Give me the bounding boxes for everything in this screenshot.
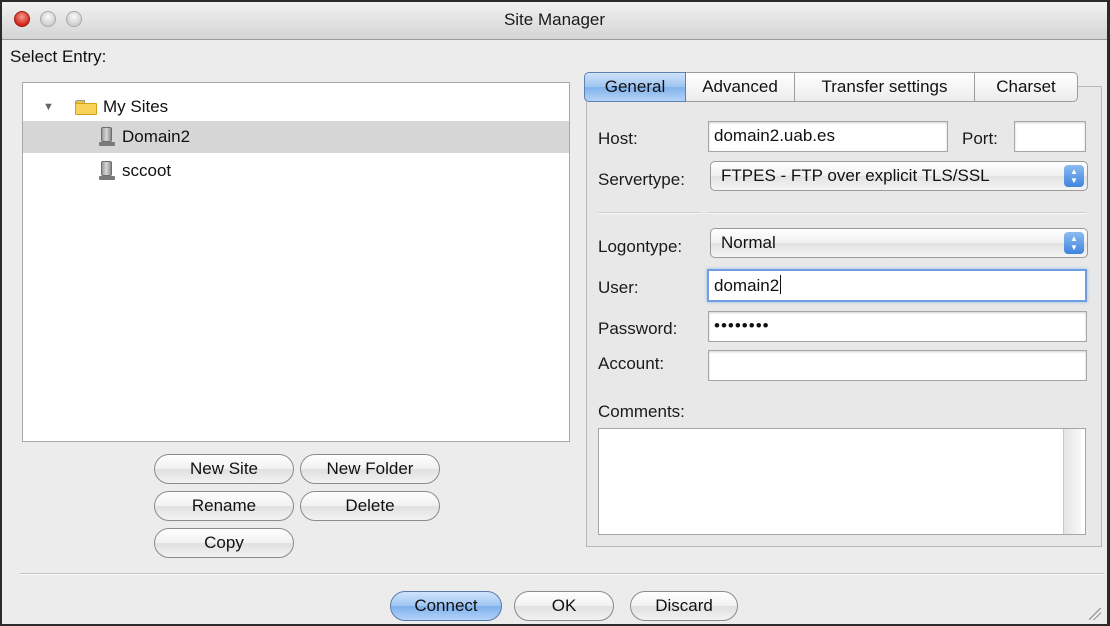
user-label: User: bbox=[598, 278, 639, 297]
tree-site-sccoot[interactable]: sccoot bbox=[23, 155, 569, 187]
comments-textarea[interactable] bbox=[598, 428, 1086, 535]
tab-transfer-settings[interactable]: Transfer settings bbox=[795, 72, 975, 102]
host-field[interactable]: domain2.uab.es bbox=[708, 121, 948, 152]
window-title: Site Manager bbox=[503, 10, 606, 29]
user-field-value: domain2 bbox=[714, 276, 780, 295]
footer-separator bbox=[20, 573, 1104, 575]
site-tree[interactable]: ▼ My Sites Domain2 sccoot bbox=[22, 82, 570, 442]
account-field[interactable] bbox=[708, 350, 1087, 381]
tree-site-domain2[interactable]: Domain2 bbox=[23, 121, 569, 153]
user-field[interactable]: domain2 bbox=[707, 269, 1087, 302]
select-arrows-icon: ▲ ▼ bbox=[1064, 165, 1084, 187]
tab-advanced[interactable]: Advanced bbox=[686, 72, 795, 102]
servertype-select[interactable]: FTPES - FTP over explicit TLS/SSL ▲ ▼ bbox=[710, 161, 1088, 191]
account-label: Account: bbox=[598, 354, 665, 373]
resize-grip-icon[interactable] bbox=[1089, 608, 1101, 620]
tree-site-label: sccoot bbox=[122, 161, 172, 180]
tree-folder-label: My Sites bbox=[103, 97, 169, 116]
tab-general[interactable]: General bbox=[584, 72, 686, 102]
servertype-selected-value: FTPES - FTP over explicit TLS/SSL bbox=[721, 166, 990, 185]
delete-button[interactable]: Delete bbox=[300, 491, 440, 521]
ok-button[interactable]: OK bbox=[514, 591, 614, 621]
discard-button[interactable]: Discard bbox=[630, 591, 738, 621]
settings-tabs: General Advanced Transfer settings Chars… bbox=[584, 72, 1078, 102]
host-label: Host: bbox=[598, 129, 638, 148]
rename-button[interactable]: Rename bbox=[154, 491, 294, 521]
port-field[interactable] bbox=[1014, 121, 1086, 152]
text-cursor bbox=[780, 275, 782, 294]
select-entry-label: Select Entry: bbox=[10, 47, 107, 66]
new-site-button[interactable]: New Site bbox=[154, 454, 294, 484]
separator bbox=[708, 212, 1086, 214]
copy-button[interactable]: Copy bbox=[154, 528, 294, 558]
folder-icon bbox=[75, 100, 97, 115]
logontype-select[interactable]: Normal ▲ ▼ bbox=[710, 228, 1088, 258]
server-icon bbox=[99, 127, 115, 147]
comments-label: Comments: bbox=[598, 402, 685, 421]
server-icon bbox=[99, 161, 115, 181]
site-manager-window: Site Manager Select Entry: ▼ My Sites Do… bbox=[0, 0, 1110, 626]
select-arrows-icon: ▲ ▼ bbox=[1064, 232, 1084, 254]
tab-charset[interactable]: Charset bbox=[975, 72, 1078, 102]
tree-folder-my-sites[interactable]: ▼ My Sites bbox=[23, 91, 569, 123]
logontype-selected-value: Normal bbox=[721, 233, 776, 252]
title-bar[interactable]: Site Manager bbox=[2, 2, 1107, 40]
port-label: Port: bbox=[962, 129, 998, 148]
separator bbox=[598, 212, 700, 214]
tree-site-label: Domain2 bbox=[122, 127, 191, 146]
password-label: Password: bbox=[598, 319, 678, 338]
password-field[interactable]: •••••••• bbox=[708, 311, 1087, 342]
disclosure-triangle-icon[interactable]: ▼ bbox=[43, 101, 54, 113]
logontype-label: Logontype: bbox=[598, 237, 683, 256]
servertype-label: Servertype: bbox=[598, 170, 685, 189]
new-folder-button[interactable]: New Folder bbox=[300, 454, 440, 484]
connect-button[interactable]: Connect bbox=[390, 591, 502, 621]
comments-scrollbar[interactable] bbox=[1063, 429, 1081, 534]
